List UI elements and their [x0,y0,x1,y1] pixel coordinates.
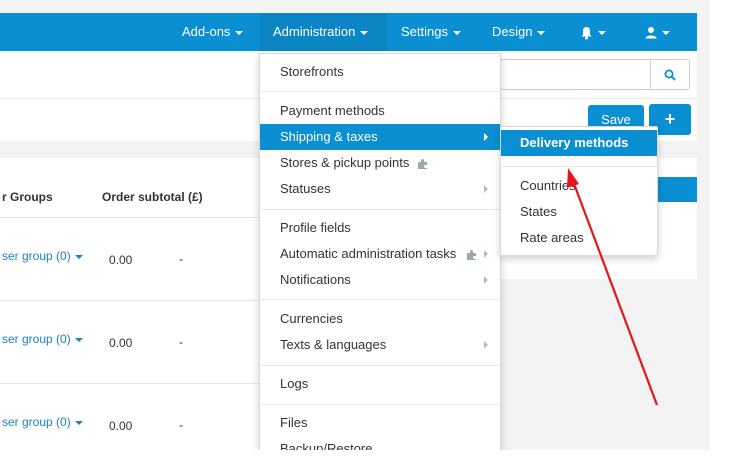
annotation-arrow [567,168,659,406]
